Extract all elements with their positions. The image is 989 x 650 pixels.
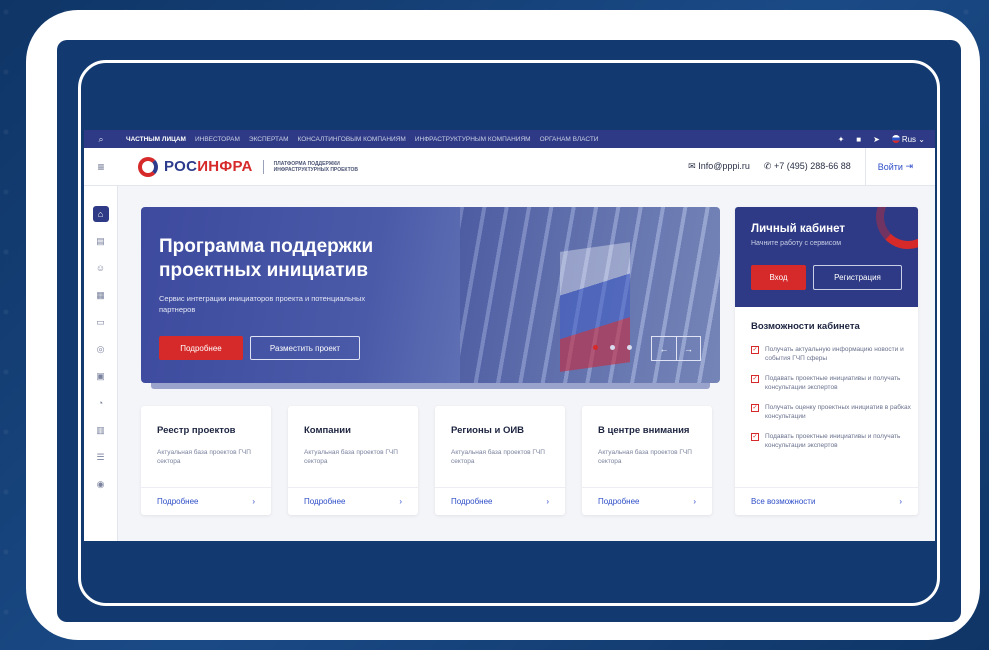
phone-icon: ✆	[763, 161, 772, 171]
telegram-icon[interactable]: ➤	[873, 135, 880, 144]
card-text: Актуальная база проектов ГЧП сектора	[157, 449, 251, 465]
card-registry[interactable]: Реестр проектов Актуальная база проектов…	[141, 406, 271, 515]
cabinet-subtitle: Начните работу с сервисом	[751, 240, 842, 247]
logo-mark-icon	[138, 156, 158, 177]
decorative-ring-icon	[876, 207, 918, 249]
phone-link[interactable]: ✆ +7 (495) 288-66 88	[764, 161, 851, 172]
card-companies[interactable]: Компании Актуальная база проектов ГЧП се…	[288, 406, 418, 515]
feature-item: ✓ Подавать проектные инициативы и получат…	[751, 375, 901, 391]
flag-icon	[891, 135, 900, 144]
card-regions[interactable]: Регионы и ОИВ Актуальная база проектов Г…	[435, 406, 565, 515]
clock-icon[interactable]: ◔	[93, 395, 109, 411]
facebook-icon[interactable]: ■	[856, 135, 861, 144]
calendar-icon[interactable]: ▭	[93, 314, 109, 330]
audience-link-consulting[interactable]: КОНСАЛТИНГОВЫМ КОМПАНИЯМ	[298, 136, 406, 143]
users-icon[interactable]: ☺	[93, 260, 109, 276]
envelope-icon: ✉	[688, 161, 696, 171]
flag-image	[560, 242, 630, 372]
hero-more-button[interactable]: Подробнее	[159, 336, 243, 360]
language-label: Rus	[901, 134, 917, 144]
website-screenshot: ⌕ ЧАСТНЫМ ЛИЦАМ ИНВЕСТОРАМ ЭКСПЕРТАМ КОН…	[84, 130, 935, 541]
chevron-right-icon: ›	[693, 497, 696, 506]
home-icon[interactable]: ⌂	[92, 206, 109, 222]
card-more-link[interactable]: Подробнее ›	[435, 487, 565, 515]
checkbox-icon: ✓	[751, 433, 759, 441]
card-focus[interactable]: В центре внимания Актуальная база проект…	[582, 406, 712, 515]
feature-item: ✓ Получать оценку проектных инициатив в р…	[751, 404, 911, 420]
cabinet-register-button[interactable]: Регистрация	[813, 265, 902, 290]
cabinet-title: Личный кабинет	[751, 223, 845, 235]
place-project-button[interactable]: Разместить проект	[250, 336, 360, 360]
feature-item: ✓ Подавать проектные инициативы и получат…	[751, 433, 901, 449]
checkbox-icon: ✓	[751, 375, 759, 383]
personal-cabinet-panel: Личный кабинет Начните работу с сервисом…	[735, 207, 918, 515]
audience-link-infrastructure[interactable]: ИНФРАСТРУКТУРНЫМ КОМПАНИЯМ	[415, 136, 531, 143]
login-arrow-icon: ⇥	[905, 161, 913, 171]
logo-text: РОСИНФРА	[164, 158, 253, 175]
news-icon[interactable]: ▦	[93, 287, 109, 303]
card-title: Компании	[304, 425, 351, 436]
slider-dot[interactable]	[627, 345, 632, 350]
login-button[interactable]: Войти ⇥	[864, 147, 925, 186]
audience-link-authorities[interactable]: ОРГАНАМ ВЛАСТИ	[540, 136, 599, 143]
layers-icon[interactable]: ☰	[93, 449, 109, 465]
location-icon[interactable]: ◉	[93, 476, 109, 492]
card-text: Актуальная база проектов ГЧП сектора	[451, 449, 545, 465]
document-icon[interactable]: ▤	[93, 233, 109, 249]
logo-subtitle: ПЛАТФОРМА ПОДДЕРЖКИ ИНФРАСТРУКТУРНЫХ ПРО…	[273, 160, 359, 173]
logo-separator	[262, 159, 264, 174]
card-title: Реестр проектов	[157, 425, 236, 436]
slider-dot[interactable]	[610, 345, 615, 350]
cabinet-login-button[interactable]: Вход	[751, 265, 806, 290]
chevron-right-icon: ›	[252, 497, 255, 506]
site-logo[interactable]: РОСИНФРА ПЛАТФОРМА ПОДДЕРЖКИ ИНФРАСТРУКТ…	[138, 156, 374, 177]
audience-link-private[interactable]: ЧАСТНЫМ ЛИЦАМ	[126, 136, 186, 143]
hero-shadow	[151, 383, 710, 389]
briefcase-icon[interactable]: ▣	[93, 368, 109, 384]
audience-link-investors[interactable]: ИНВЕСТОРАМ	[195, 136, 240, 143]
feature-cards: Реестр проектов Актуальная база проектов…	[141, 406, 712, 515]
card-more-link[interactable]: Подробнее ›	[141, 487, 271, 515]
features-title: Возможности кабинета	[751, 321, 860, 332]
slider-dots	[593, 345, 632, 350]
hero-text: Сервис интеграции инициаторов проекта и …	[159, 294, 366, 314]
features-list: ✓ Получать актуальную информацию новости …	[751, 345, 911, 461]
hero-title: Программа поддержки проектных инициатив	[159, 236, 374, 281]
twitter-icon[interactable]: ✦	[838, 135, 845, 144]
slider-dot[interactable]	[593, 345, 598, 350]
sidebar: ⌂ ▤ ☺ ▦ ▭ ◎ ▣ ◔ ▥ ☰ ◉	[84, 186, 118, 541]
slider-arrows: ← →	[651, 336, 701, 361]
language-selector[interactable]: Rus ⌄	[891, 134, 925, 144]
search-icon[interactable]: ⌕	[84, 130, 118, 148]
arrow-left-icon[interactable]: ←	[652, 337, 676, 360]
audience-link-experts[interactable]: ЭКСПЕРТАМ	[249, 136, 289, 143]
all-features-link[interactable]: Все возможности ›	[735, 487, 918, 515]
chevron-right-icon: ›	[399, 497, 402, 506]
card-more-link[interactable]: Подробнее ›	[288, 487, 418, 515]
grid-icon[interactable]: ▥	[93, 422, 109, 438]
topbar-right: ✦ ■ ➤ Rus ⌄	[838, 135, 935, 144]
audience-links: ЧАСТНЫМ ЛИЦАМ ИНВЕСТОРАМ ЭКСПЕРТАМ КОНСА…	[126, 136, 838, 143]
card-text: Актуальная база проектов ГЧП сектора	[304, 449, 398, 465]
card-text: Актуальная база проектов ГЧП сектора	[598, 449, 692, 465]
site-header: ≡ РОСИНФРА ПЛАТФОРМА ПОДДЕРЖКИ ИНФРАСТРУ…	[84, 147, 935, 186]
card-title: Регионы и ОИВ	[451, 425, 525, 436]
checkbox-icon: ✓	[751, 346, 759, 354]
card-more-link[interactable]: Подробнее ›	[582, 487, 712, 515]
top-audience-bar: ⌕ ЧАСТНЫМ ЛИЦАМ ИНВЕСТОРАМ ЭКСПЕРТАМ КОН…	[84, 130, 935, 148]
header-contacts: ✉ Info@pppi.ru ✆ +7 (495) 288-66 88	[688, 161, 851, 172]
cabinet-header: Личный кабинет Начните работу с сервисом…	[735, 207, 918, 307]
chevron-right-icon: ›	[899, 497, 902, 506]
card-title: В центре внимания	[598, 425, 690, 436]
check-circle-icon[interactable]: ◎	[93, 341, 109, 357]
feature-item: ✓ Получать актуальную информацию новости …	[751, 346, 904, 362]
chevron-right-icon: ›	[546, 497, 549, 506]
hamburger-icon[interactable]: ≡	[84, 160, 118, 174]
arrow-right-icon[interactable]: →	[676, 337, 700, 360]
hero-banner: Программа поддержки проектных инициатив …	[141, 207, 720, 383]
checkbox-icon: ✓	[751, 404, 759, 412]
email-link[interactable]: ✉ Info@pppi.ru	[688, 161, 750, 172]
